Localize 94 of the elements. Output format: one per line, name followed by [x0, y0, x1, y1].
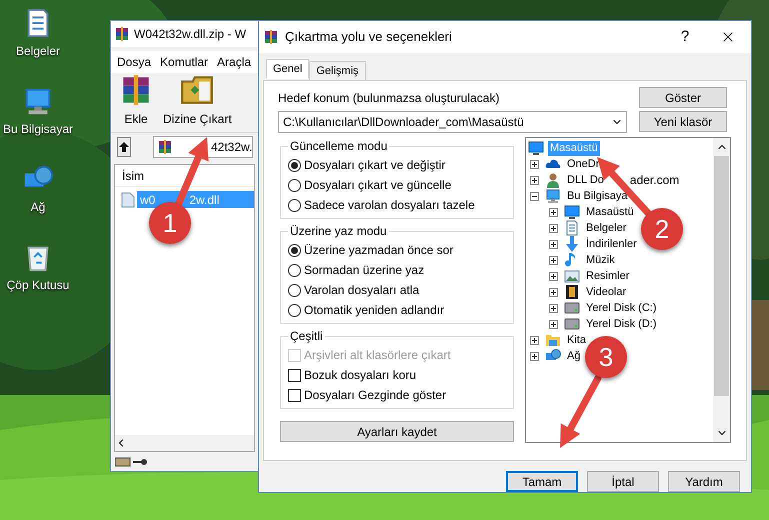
expand-icon[interactable]	[549, 240, 558, 248]
menu-item[interactable]: Komutlar	[160, 53, 208, 71]
drive-icon	[564, 300, 580, 316]
drive-icon	[115, 457, 131, 467]
group-title: Üzerine yaz modu	[289, 223, 388, 240]
desktop-icon-label[interactable]: Ağ	[30, 198, 46, 216]
tree-item[interactable]: İndirilenler	[584, 236, 639, 252]
menu-item[interactable]: Araçla	[217, 53, 252, 71]
document-icon	[564, 220, 580, 236]
archive-stack-icon	[114, 26, 130, 42]
up-folder-button[interactable]	[117, 137, 131, 157]
radio-button[interactable]	[288, 158, 301, 172]
tab[interactable]: Gelişmiş	[309, 61, 366, 81]
toolbar-button[interactable]: Ekle	[117, 73, 155, 128]
radio-label[interactable]: Sormadan üzerine yaz	[304, 261, 424, 279]
radio-label[interactable]: Sadece varolan dosyaları tazele	[304, 196, 475, 214]
expand-icon[interactable]	[549, 256, 558, 264]
down-arrow-icon	[564, 236, 580, 252]
help-button[interactable]: ?	[665, 23, 705, 51]
side-button[interactable]: Göster	[639, 87, 727, 108]
menu-item[interactable]: Dosya	[117, 53, 152, 71]
save-settings-button[interactable]: Ayarları kaydet	[280, 421, 514, 442]
group-title: Güncelleme modu	[289, 138, 388, 155]
user-icon	[545, 172, 561, 188]
monitor-icon	[528, 140, 544, 156]
tree-item[interactable]: Videolar	[584, 284, 628, 300]
destination-field[interactable]: C:\Kullanıcılar\DllDownloader_com\Masaüstü	[278, 111, 627, 133]
radio-label[interactable]: Dosyaları çıkart ve güncelle	[304, 176, 452, 194]
dialog-button[interactable]: Yardım	[668, 471, 740, 492]
drive-icon	[564, 316, 580, 332]
field-label: Hedef konum (bulunmazsa oluşturulacak)	[278, 90, 500, 107]
checkbox[interactable]	[288, 368, 301, 382]
address-field[interactable]: 42t32w.	[153, 136, 254, 158]
group-title: Çeşitli	[289, 328, 324, 345]
folder-extract-icon	[180, 73, 214, 107]
tree-item[interactable]: Ağ	[565, 348, 582, 364]
tree-item[interactable]: Masaüstü	[584, 204, 636, 220]
tree-item[interactable]: OneDr	[565, 156, 602, 172]
radio-button[interactable]	[288, 198, 301, 212]
checkbox-label[interactable]: Bozuk dosyaları koru	[304, 366, 416, 384]
computer-icon	[23, 86, 53, 116]
column-header[interactable]: İsim	[115, 165, 254, 187]
scrollbar-thumb[interactable]	[714, 156, 729, 396]
expand-icon[interactable]	[549, 320, 558, 328]
dialog-title: Çıkartma yolu ve seçenekleri	[285, 28, 452, 46]
archive-stack-icon	[263, 29, 279, 45]
tree-item[interactable]: Resimler	[584, 268, 632, 284]
desktop-icon-label[interactable]: Belgeler	[16, 42, 60, 60]
expand-icon[interactable]	[549, 304, 558, 312]
tab[interactable]: Genel	[266, 59, 310, 79]
tree-item-text: ader.com	[630, 172, 680, 189]
tree-item[interactable]: DLL Do	[565, 172, 606, 188]
file-icon	[121, 192, 135, 208]
monitor-icon	[564, 204, 580, 220]
folder-icon	[545, 332, 561, 348]
tree-item[interactable]: Bu Bilgisaya	[565, 188, 630, 204]
up-arrow-icon	[118, 141, 130, 153]
expand-icon[interactable]	[530, 160, 539, 168]
radio-button[interactable]	[288, 284, 301, 296]
expand-icon[interactable]	[530, 336, 539, 344]
expand-icon[interactable]	[549, 272, 558, 280]
computer-icon	[545, 188, 561, 204]
tree-item[interactable]: Yerel Disk (C:)	[584, 300, 658, 316]
tree-item[interactable]: Belgeler	[584, 220, 628, 236]
radio-button[interactable]	[288, 178, 301, 192]
side-button[interactable]: Yeni klasör	[639, 111, 727, 132]
checkbox[interactable]	[288, 388, 301, 402]
expand-icon[interactable]	[549, 208, 558, 216]
toolbar-button[interactable]: Dizine Çıkart	[161, 73, 234, 128]
radio-button[interactable]	[288, 304, 301, 316]
expand-icon[interactable]	[549, 288, 558, 296]
tree-item[interactable]: Kita	[565, 332, 588, 348]
tree-item[interactable]: Müzik	[584, 252, 617, 268]
picture-icon	[564, 268, 580, 284]
dialog-button[interactable]: İptal	[587, 471, 659, 492]
expand-icon[interactable]	[549, 224, 558, 232]
window-title: W042t32w.dll.zip - W	[134, 26, 246, 43]
archive-stack-icon	[157, 139, 173, 155]
film-icon	[564, 284, 580, 300]
dialog-button[interactable]: Tamam	[506, 471, 578, 492]
tree-item[interactable]: Yerel Disk (D:)	[584, 316, 658, 332]
radio-label[interactable]: Otomatik yeniden adlandır	[304, 301, 444, 319]
radio-label[interactable]: Dosyaları çıkart ve değiştir	[304, 156, 446, 174]
expand-icon[interactable]	[530, 176, 539, 184]
checkbox-label[interactable]: Dosyaları Gezginde göster	[304, 386, 446, 404]
radio-button[interactable]	[288, 264, 301, 276]
radio-label[interactable]: Üzerine yazmadan önce sor	[304, 241, 454, 259]
collapse-icon[interactable]	[530, 192, 539, 200]
radio-button[interactable]	[288, 244, 301, 256]
expand-icon[interactable]	[530, 352, 539, 360]
desktop-icon-label[interactable]: Çöp Kutusu	[6, 276, 70, 294]
desktop-icon-label[interactable]: Bu Bilgisayar	[2, 120, 74, 138]
radio-label[interactable]: Varolan dosyaları atla	[304, 281, 420, 299]
key-icon	[133, 458, 147, 466]
